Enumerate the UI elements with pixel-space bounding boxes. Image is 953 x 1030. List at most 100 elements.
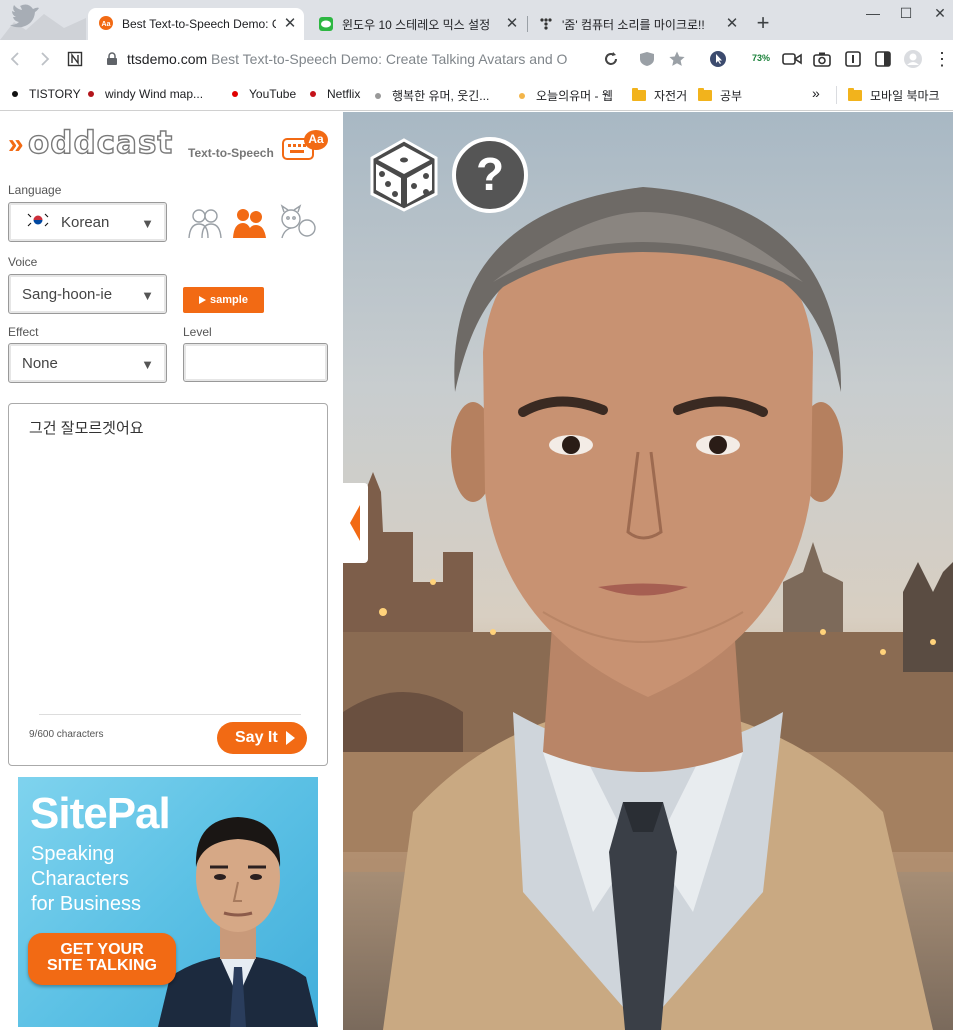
help-icon[interactable]: ?	[452, 137, 528, 213]
notion-extension-icon[interactable]	[65, 49, 85, 69]
sample-label: sample	[210, 294, 248, 306]
text-area-divider	[39, 714, 301, 715]
ad-cta-line: SITE TALKING	[47, 957, 157, 974]
voice-select[interactable]: Sang-hoon-ie ▼	[8, 274, 167, 314]
tab-title: Best Text-to-Speech Demo: C	[122, 17, 276, 31]
lock-icon[interactable]	[102, 49, 122, 69]
text-to-speech-subtitle: Text-to-Speech	[188, 146, 274, 160]
bookmarks-bar: TISTORY windy Wind map... YouTube Netfli…	[0, 78, 953, 111]
language-label: Language	[8, 183, 62, 197]
folder-icon	[632, 88, 646, 101]
profile-avatar-icon[interactable]	[903, 49, 923, 69]
dots-favicon	[538, 16, 554, 32]
ad-cta-button[interactable]: GET YOUR SITE TALKING	[28, 933, 176, 985]
reader-extension-icon[interactable]	[843, 49, 863, 69]
url-page-title: Best Text-to-Speech Demo: Create Talking…	[211, 51, 568, 67]
bookmark-folder-bicycle[interactable]: 자전거	[632, 87, 687, 104]
bookmark-label: 자전거	[654, 89, 688, 103]
animals-icon[interactable]	[278, 204, 318, 242]
bookmark-label: YouTube	[249, 87, 297, 101]
speech-text-area[interactable]: 그건 잘모르겟어요 9/600 characters Say It	[8, 403, 328, 766]
chevron-down-icon: ▼	[141, 357, 154, 372]
bookmark-netflix[interactable]: Netflix	[310, 87, 360, 101]
bookmark-todayhumor[interactable]: 오늘의유머 - 웹	[519, 87, 613, 104]
bookmark-windy[interactable]: windy Wind map...	[88, 87, 203, 101]
menu-kebab-icon[interactable]: ⋮	[932, 49, 952, 69]
bookmark-humor[interactable]: 행복한 유머, 웃긴...	[375, 87, 489, 104]
bookmark-label: TISTORY	[29, 87, 81, 101]
bookmark-label: 공부	[720, 89, 743, 103]
logo-chevrons: »	[8, 128, 24, 159]
effect-value: None	[22, 354, 58, 372]
ad-line: Speaking	[31, 843, 115, 865]
dice-icon[interactable]	[370, 138, 438, 212]
reload-extension-icon[interactable]	[601, 49, 621, 69]
tab-title: '줌' 컴퓨터 소리를 마이크로!!	[562, 17, 705, 32]
tab-title: 윈도우 10 스테레오 믹스 설정	[342, 17, 491, 32]
collapse-panel-button[interactable]	[343, 483, 368, 563]
level-select[interactable]	[183, 343, 328, 382]
url-domain: ttsdemo.com	[127, 51, 208, 67]
folder-icon	[848, 88, 862, 101]
bookmark-label: windy Wind map...	[105, 87, 204, 101]
say-it-button[interactable]: Say It	[217, 722, 307, 754]
close-tab-icon[interactable]: ✕	[504, 16, 520, 32]
close-window-button[interactable]: ✕	[920, 0, 953, 26]
tab-zoom-mic[interactable]: '줌' 컴퓨터 소리를 마이크로!! ✕	[528, 8, 746, 40]
forward-icon[interactable]	[34, 49, 54, 69]
sitepal-ad[interactable]: SitePal Speaking Characters for Business…	[18, 777, 318, 1027]
say-it-label: Say It	[235, 729, 278, 746]
collapse-arrow-icon	[350, 505, 360, 541]
avatar-scene[interactable]: ?	[343, 112, 953, 1030]
twitter-bird-decoration	[0, 4, 86, 40]
back-icon[interactable]	[6, 49, 26, 69]
sidebar-extension-icon[interactable]	[873, 49, 893, 69]
bookmark-folder-mobile[interactable]: 모바일 북마크	[848, 87, 940, 104]
bookmarks-divider	[836, 86, 837, 104]
keyboard-aa-icon: Aa	[282, 129, 330, 163]
badge-text: Aa	[308, 132, 324, 146]
tab-tts-demo[interactable]: Aa Best Text-to-Speech Demo: C ✕	[88, 8, 304, 40]
sample-button[interactable]: sample	[183, 287, 264, 313]
effect-select[interactable]: None ▼	[8, 343, 167, 383]
zoom-percent[interactable]: 73%	[752, 53, 770, 63]
language-select[interactable]: Korean ▼	[8, 202, 167, 242]
browser-toolbar: ttsdemo.com Best Text-to-Speech Demo: Cr…	[0, 40, 953, 78]
svg-text:Aa: Aa	[102, 21, 111, 28]
close-tab-icon[interactable]: ✕	[724, 16, 740, 32]
ad-line: Characters	[31, 868, 129, 890]
play-icon	[199, 296, 207, 304]
bookmark-star-icon[interactable]	[667, 49, 687, 69]
bookmarks-overflow-button[interactable]: »	[812, 85, 820, 101]
video-camera-icon[interactable]	[782, 49, 802, 69]
bookmark-label: 오늘의유머 - 웹	[536, 89, 613, 103]
tab-stereo-mix[interactable]: 윈도우 10 스테레오 믹스 설정 ✕	[308, 8, 526, 40]
avatar-illustration	[343, 187, 953, 1030]
bookmark-tistory[interactable]: TISTORY	[12, 87, 81, 101]
folder-icon	[698, 88, 712, 101]
voice-label: Voice	[8, 255, 38, 269]
people-group-icon[interactable]	[186, 204, 224, 242]
south-korea-flag-icon	[25, 208, 51, 236]
ad-line: for Business	[31, 893, 142, 915]
voice-value: Sang-hoon-ie	[22, 285, 113, 303]
ad-cta-line: GET YOUR	[60, 941, 144, 958]
address-bar[interactable]: ttsdemo.com Best Text-to-Speech Demo: Cr…	[127, 51, 587, 67]
bookmark-label: Netflix	[327, 87, 361, 101]
people-orange-icon[interactable]	[231, 204, 269, 242]
screenshot-camera-icon[interactable]	[812, 49, 832, 69]
oddcast-favicon: Aa	[98, 16, 114, 32]
new-tab-button[interactable]: +	[752, 12, 774, 34]
tistory-favicon	[12, 91, 18, 97]
tts-control-panel: » oddcast Text-to-Speech Aa Language Kor…	[0, 112, 343, 1030]
close-tab-icon[interactable]: ✕	[282, 16, 298, 32]
bookmark-folder-study[interactable]: 공부	[698, 87, 742, 104]
speech-text: 그건 잘모르겟어요	[29, 420, 144, 437]
ad-brand: SitePal	[30, 789, 171, 838]
chevron-down-icon: ▼	[141, 216, 154, 231]
bookmark-label: 모바일 북마크	[870, 89, 940, 103]
youtube-favicon	[232, 91, 238, 97]
shield-icon[interactable]	[637, 49, 657, 69]
cursor-extension-icon[interactable]	[708, 49, 728, 69]
bookmark-youtube[interactable]: YouTube	[232, 87, 296, 101]
